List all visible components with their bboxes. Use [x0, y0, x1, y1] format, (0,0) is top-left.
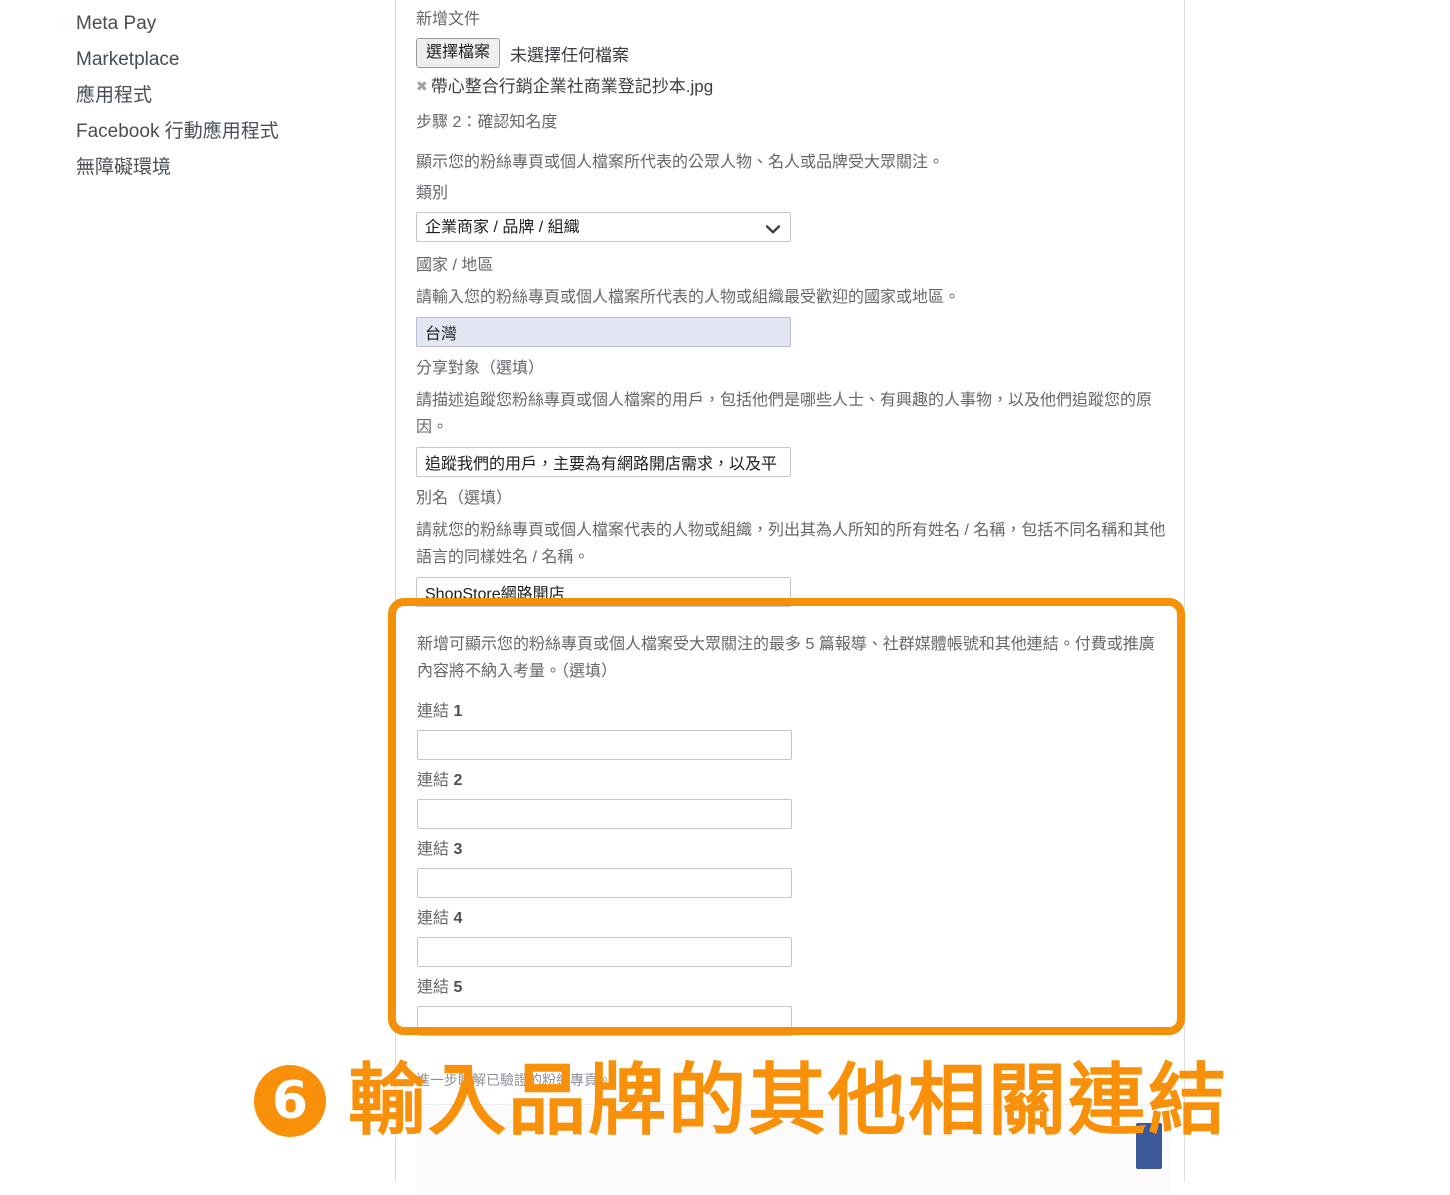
audience-description: 請描述追蹤您粉絲專頁或個人檔案的用戶，包括他們是哪些人士、有興趣的人事物，以及他…	[416, 392, 1153, 436]
category-select-wrapper: 企業商家 / 品牌 / 組織	[416, 212, 791, 242]
file-status-text: 未選擇任何檔案	[510, 45, 630, 65]
uploaded-file-name: 帶心整合行銷企業社商業登記抄本.jpg	[430, 77, 714, 96]
settings-sidebar: Meta Pay Marketplace 應用程式 Facebook 行動應用程…	[0, 0, 395, 1182]
link-1-label: 連結 1	[417, 701, 1170, 723]
uploaded-file-item: ✖ 帶心整合行銷企業社商業登記抄本.jpg	[416, 72, 1170, 97]
link-4-label-index: 4	[453, 910, 463, 927]
verification-form-panel: 新增文件 選擇檔案 未選擇任何檔案 ✖ 帶心整合行銷企業社商業登記抄本.jpg …	[395, 0, 1185, 1195]
page-root: Meta Pay Marketplace 應用程式 Facebook 行動應用程…	[0, 0, 1450, 1195]
sidebar-item-meta-pay[interactable]: Meta Pay	[0, 6, 395, 42]
link-3-label-index: 3	[453, 841, 463, 858]
link-3-label-prefix: 連結	[417, 841, 454, 858]
link-2-label-index: 2	[453, 772, 463, 789]
link-5-label: 連結 5	[417, 977, 1170, 999]
link-2-label: 連結 2	[417, 770, 1170, 792]
link-5-label-index: 5	[453, 979, 463, 996]
link-4-label: 連結 4	[417, 908, 1170, 930]
sidebar-item-accessibility[interactable]: 無障礙環境	[0, 150, 395, 186]
link-1-label-prefix: 連結	[417, 703, 454, 720]
sidebar-item-apps[interactable]: 應用程式	[0, 78, 395, 114]
category-select[interactable]: 企業商家 / 品牌 / 組織	[416, 212, 791, 242]
links-section: 新增可顯示您的粉絲專頁或個人檔案受大眾關注的最多 5 篇報導、社群媒體帳號和其他…	[403, 617, 1170, 1064]
link-3-input[interactable]	[417, 868, 792, 898]
choose-file-button[interactable]: 選擇檔案	[416, 38, 501, 68]
audience-input[interactable]	[416, 447, 791, 477]
file-upload-row: 選擇檔案 未選擇任何檔案	[416, 38, 1170, 68]
link-5-input[interactable]	[417, 1006, 792, 1036]
link-field-group: 連結 4	[417, 908, 1170, 967]
link-4-label-prefix: 連結	[417, 910, 454, 927]
link-field-group: 連結 1	[417, 701, 1170, 760]
link-5-label-prefix: 連結	[417, 979, 454, 996]
link-4-input[interactable]	[417, 937, 792, 967]
category-label: 類別	[416, 185, 449, 202]
aka-input[interactable]	[416, 577, 791, 607]
link-2-label-prefix: 連結	[417, 772, 454, 789]
link-field-group: 連結 2	[417, 770, 1170, 829]
aka-description: 請就您的粉絲專頁或個人檔案代表的人物或組織，列出其為人所知的所有姓名 / 名稱，…	[416, 522, 1166, 566]
add-document-label: 新增文件	[416, 11, 481, 28]
country-label: 國家 / 地區	[416, 257, 494, 274]
facebook-logo-icon	[1136, 1123, 1162, 1169]
audience-label: 分享對象（選填）	[416, 360, 545, 377]
link-field-group: 連結 3	[417, 839, 1170, 898]
remove-file-icon[interactable]: ✖	[416, 79, 428, 93]
link-1-input[interactable]	[417, 730, 792, 760]
sidebar-item-marketplace[interactable]: Marketplace	[0, 42, 395, 78]
country-description: 請輸入您的粉絲專頁或個人檔案所代表的人物或組織最受歡迎的國家或地區。	[416, 289, 961, 306]
link-field-group: 連結 5	[417, 977, 1170, 1036]
link-3-label: 連結 3	[417, 839, 1170, 861]
submit-card	[416, 1104, 1170, 1195]
country-input[interactable]	[416, 317, 791, 347]
sidebar-item-facebook-mobile-app[interactable]: Facebook 行動應用程式	[0, 114, 395, 150]
link-1-label-index: 1	[453, 703, 463, 720]
links-description: 新增可顯示您的粉絲專頁或個人檔案受大眾關注的最多 5 篇報導、社群媒體帳號和其他…	[417, 636, 1155, 680]
step-heading: 步驟 2：確認知名度	[416, 114, 558, 131]
aka-label: 別名（選填）	[416, 490, 513, 507]
verified-pages-note[interactable]: 進一步瞭解已驗證的粉絲專頁。	[416, 1070, 1170, 1090]
step-description: 顯示您的粉絲專頁或個人檔案所代表的公眾人物、名人或品牌受大眾關注。	[416, 154, 945, 171]
link-2-input[interactable]	[417, 799, 792, 829]
